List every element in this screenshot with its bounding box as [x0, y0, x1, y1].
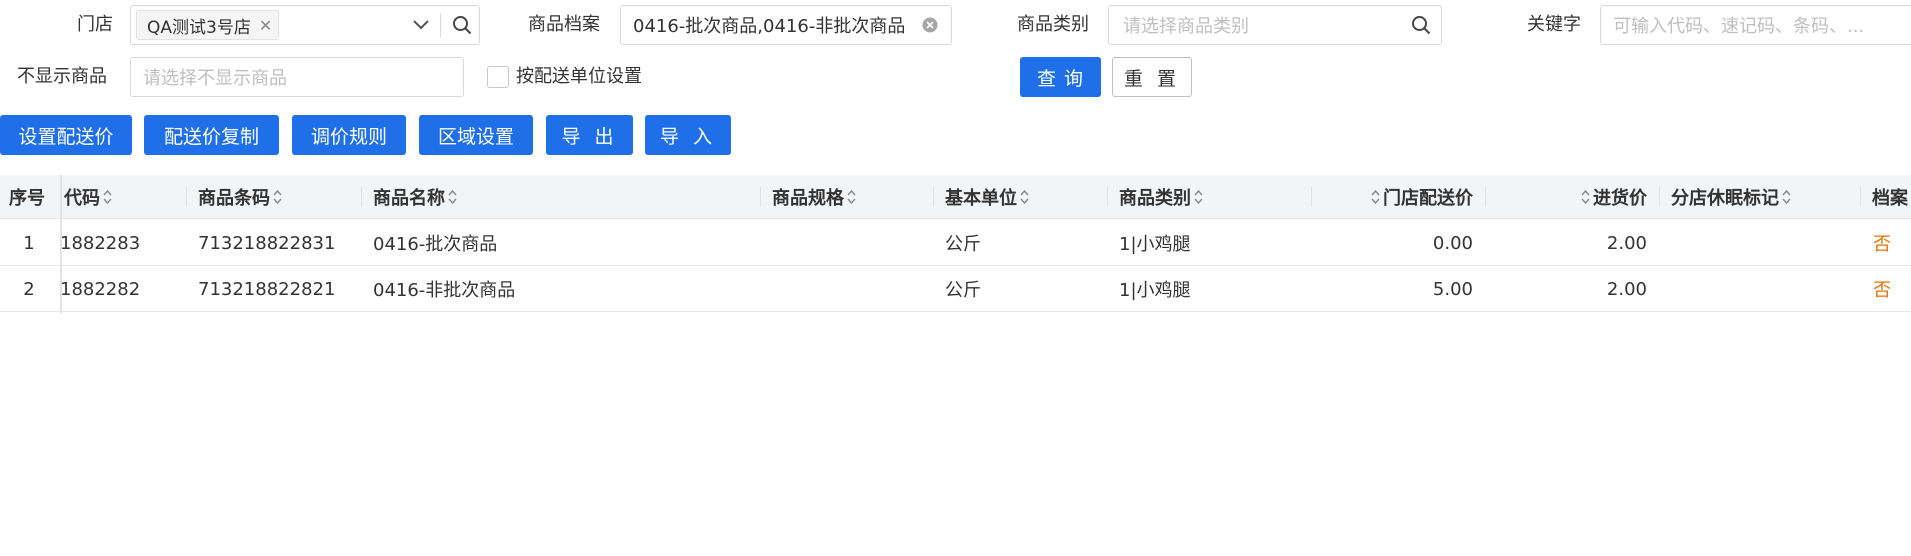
reset-button[interactable]: 重 置: [1112, 57, 1192, 97]
col-index: 序号: [9, 188, 45, 209]
cell-delivery-price[interactable]: 0.00: [1323, 220, 1473, 266]
cell-category: 1|小鸡腿: [1119, 234, 1191, 255]
category-label: 商品类别: [1017, 14, 1089, 35]
cell-unit: 公斤: [945, 280, 981, 301]
store-select[interactable]: QA测试3号店 ✕: [130, 5, 480, 45]
clear-icon[interactable]: [918, 17, 942, 33]
sort-icon[interactable]: [1782, 189, 1791, 205]
hidden-products-label: 不显示商品: [17, 66, 107, 87]
cell-index: 1: [23, 232, 35, 254]
cell-code: 1882282: [60, 278, 141, 300]
cell-spec: [772, 220, 922, 266]
set-delivery-price-button[interactable]: 设置配送价: [0, 115, 132, 155]
sort-icon[interactable]: [1371, 189, 1380, 205]
store-tag: QA测试3号店 ✕: [136, 10, 280, 40]
cell-code: 1882283: [60, 232, 141, 254]
store-tag-label: QA测试3号店: [147, 17, 251, 38]
hidden-products-placeholder: 请选择不显示商品: [143, 68, 287, 89]
col-code[interactable]: 代码: [64, 175, 112, 219]
copy-delivery-price-button[interactable]: 配送价复制: [144, 115, 279, 155]
cell-sleep-flag: [1671, 266, 1851, 312]
table-row[interactable]: 2 1882282 713218822821 0416-非批次商品 公斤 1|小…: [0, 266, 1911, 312]
area-setting-button[interactable]: 区域设置: [419, 115, 533, 155]
store-label: 门店: [77, 14, 113, 35]
cell-archive: 否: [1873, 234, 1891, 255]
col-delivery-price[interactable]: 门店配送价: [1323, 175, 1473, 219]
sort-icon[interactable]: [1581, 189, 1590, 205]
frozen-column-divider: [60, 175, 62, 313]
chevron-down-icon[interactable]: [406, 20, 436, 30]
cell-name: 0416-非批次商品: [373, 280, 516, 301]
product-archive-value: 0416-批次商品,0416-非批次商品: [633, 16, 906, 37]
col-name[interactable]: 商品名称: [373, 175, 457, 219]
cell-archive: 否: [1873, 280, 1891, 301]
by-delivery-unit-checkbox[interactable]: [487, 66, 509, 88]
by-delivery-unit-label[interactable]: 按配送单位设置: [516, 65, 642, 89]
category-placeholder: 请选择商品类别: [1123, 16, 1249, 37]
cell-name: 0416-批次商品: [373, 234, 498, 255]
keyword-label: 关键字: [1527, 14, 1581, 35]
hidden-products-input[interactable]: 请选择不显示商品: [130, 57, 464, 97]
cell-purchase-price: 2.00: [1606, 232, 1647, 254]
col-category[interactable]: 商品类别: [1119, 175, 1203, 219]
col-unit[interactable]: 基本单位: [945, 175, 1029, 219]
search-icon[interactable]: [1401, 15, 1441, 35]
cell-spec: [772, 266, 922, 312]
tag-close-icon[interactable]: ✕: [259, 16, 272, 35]
cell-delivery-price[interactable]: 5.00: [1323, 266, 1473, 312]
price-rule-button[interactable]: 调价规则: [292, 115, 406, 155]
keyword-input[interactable]: 可输入代码、速记码、条码、...: [1600, 5, 1911, 45]
cell-unit: 公斤: [945, 234, 981, 255]
table-header: 序号 代码 商品条码 商品名称 商品规格 基本单位 商品类别 门店配送价 进货价: [0, 175, 1911, 219]
query-button[interactable]: 查 询: [1020, 57, 1101, 97]
keyword-placeholder: 可输入代码、速记码、条码、...: [1613, 16, 1865, 37]
col-sleep-flag[interactable]: 分店休眠标记: [1671, 175, 1791, 219]
export-button[interactable]: 导 出: [546, 115, 633, 155]
table-row[interactable]: 1 1882283 713218822831 0416-批次商品 公斤 1|小鸡…: [0, 220, 1911, 266]
sort-icon[interactable]: [1194, 189, 1203, 205]
cell-category: 1|小鸡腿: [1119, 280, 1191, 301]
col-purchase-price[interactable]: 进货价: [1497, 175, 1647, 219]
search-icon[interactable]: [445, 15, 479, 35]
category-input[interactable]: 请选择商品类别: [1108, 5, 1442, 45]
sort-icon[interactable]: [273, 189, 282, 205]
sort-icon[interactable]: [847, 189, 856, 205]
col-archive[interactable]: 档案: [1872, 175, 1911, 219]
import-button[interactable]: 导 入: [645, 115, 731, 155]
cell-barcode: 713218822831: [198, 232, 336, 254]
cell-barcode: 713218822821: [198, 278, 336, 300]
col-barcode[interactable]: 商品条码: [198, 175, 282, 219]
cell-index: 2: [23, 278, 35, 300]
sort-icon[interactable]: [1020, 189, 1029, 205]
col-spec[interactable]: 商品规格: [772, 175, 856, 219]
product-archive-label: 商品档案: [528, 14, 600, 35]
cell-purchase-price: 2.00: [1606, 278, 1647, 300]
sort-icon[interactable]: [448, 189, 457, 205]
cell-sleep-flag: [1671, 220, 1851, 266]
sort-icon[interactable]: [103, 189, 112, 205]
product-archive-input[interactable]: 0416-批次商品,0416-非批次商品: [620, 5, 952, 45]
